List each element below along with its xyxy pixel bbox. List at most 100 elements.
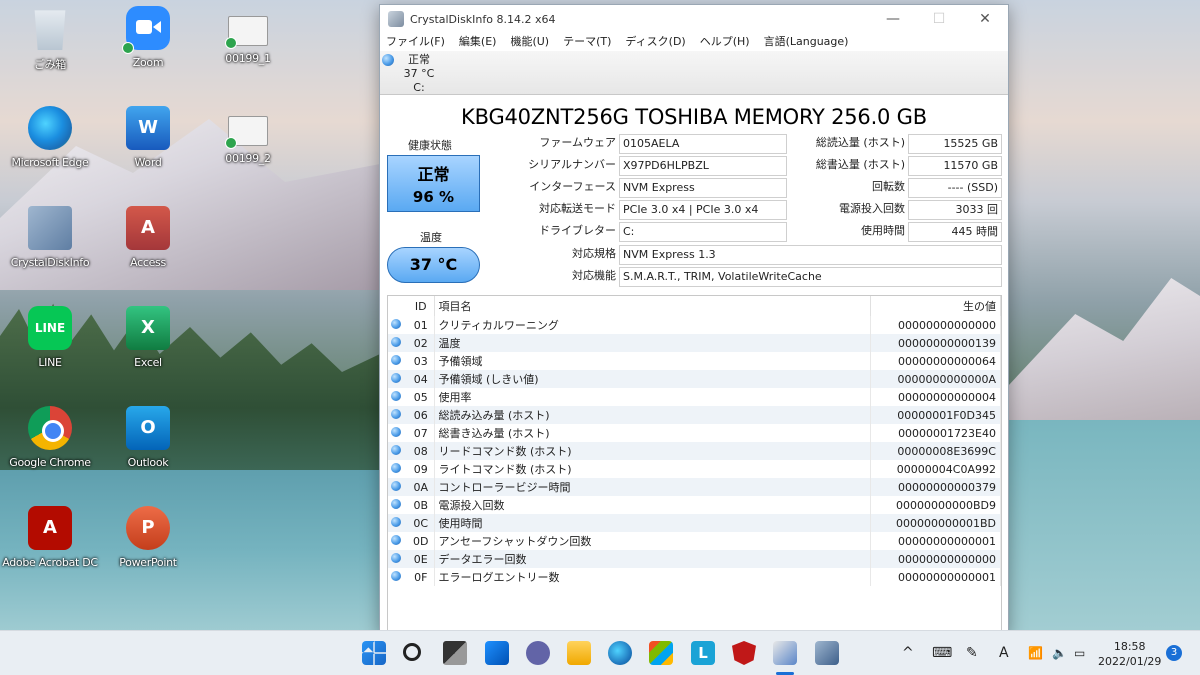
features-value: S.M.A.R.T., TRIM, VolatileWriteCache: [619, 267, 1002, 287]
status-dot-icon: [391, 354, 401, 365]
mcafee-icon[interactable]: [732, 641, 756, 665]
desktop-icon-outlook[interactable]: O Outlook: [98, 406, 198, 469]
table-row[interactable]: 03 予備領域 00000000000064: [388, 352, 1001, 370]
menu-edit[interactable]: 編集(E): [459, 33, 497, 51]
desktop-icon-acrobat[interactable]: A Adobe Acrobat DC: [0, 506, 100, 569]
teams-chat-icon[interactable]: [526, 641, 550, 665]
desktop-icon-zoom[interactable]: Zoom: [98, 6, 198, 69]
table-row[interactable]: 0F エラーログエントリー数 00000000000001: [388, 568, 1001, 586]
table-row[interactable]: 01 クリティカルワーニング 00000000000000: [388, 316, 1001, 334]
row-id: 0D: [408, 532, 435, 550]
minimize-button[interactable]: —: [870, 5, 916, 33]
menu-file[interactable]: ファイル(F): [386, 33, 445, 51]
clock[interactable]: 18:58 2022/01/29: [1098, 639, 1161, 669]
column-raw-header[interactable]: 生の値: [870, 296, 1001, 316]
smart-attributes-table[interactable]: ID 項目名 生の値 01 クリティカルワーニング 00000000000000 02…: [387, 295, 1002, 631]
desktop-icon-word[interactable]: W Word: [98, 106, 198, 169]
snipping-tool-icon[interactable]: [773, 641, 797, 665]
menu-theme[interactable]: テーマ(T): [563, 33, 611, 51]
row-name: リードコマンド数 (ホスト): [434, 442, 871, 460]
table-row[interactable]: 0C 使用時間 000000000001BD: [388, 514, 1001, 532]
status-dot-icon: [391, 516, 401, 527]
menu-language[interactable]: 言語(Language): [764, 33, 849, 51]
table-row[interactable]: 09 ライトコマンド数 (ホスト) 00000004C0A992: [388, 460, 1001, 478]
battery-icon[interactable]: ▭: [1074, 631, 1085, 675]
status-dot-icon: [391, 426, 401, 437]
row-name: 総書き込み量 (ホスト): [434, 424, 871, 442]
close-button[interactable]: ✕: [962, 5, 1008, 33]
table-row[interactable]: 07 総書き込み量 (ホスト) 00000001723E40: [388, 424, 1001, 442]
tray-chevron-icon[interactable]: ^: [902, 631, 914, 675]
column-name-header[interactable]: 項目名: [434, 296, 871, 316]
desktop-icon-line[interactable]: LINE LINE: [0, 306, 100, 369]
drive-letter-value: C:: [619, 222, 787, 242]
file-explorer-icon[interactable]: [567, 641, 591, 665]
desktop-icon-file-00199-1[interactable]: 00199_1: [198, 6, 298, 65]
table-row[interactable]: 0E データエラー回数 00000000000000: [388, 550, 1001, 568]
title-bar[interactable]: CrystalDiskInfo 8.14.2 x64 — ☐ ✕: [380, 5, 1008, 33]
menu-disk[interactable]: ディスク(D): [625, 33, 685, 51]
desktop-icon-label: Microsoft Edge: [11, 156, 89, 169]
row-id: 06: [408, 406, 435, 424]
table-row[interactable]: 0B 電源投入回数 00000000000BD9: [388, 496, 1001, 514]
row-status-cell: [388, 442, 408, 460]
volume-icon[interactable]: 🔈: [1052, 631, 1067, 675]
start-icon[interactable]: [362, 641, 386, 665]
row-name: クリティカルワーニング: [434, 316, 871, 334]
maximize-button[interactable]: ☐: [916, 5, 962, 33]
row-raw-value: 00000001F0D345: [870, 406, 1001, 424]
edge-icon[interactable]: [608, 641, 632, 665]
table-row[interactable]: 04 予備領域 (しきい値) 0000000000000A: [388, 370, 1001, 388]
desktop-icon-edge[interactable]: Microsoft Edge: [0, 106, 100, 169]
desktop-icon-access[interactable]: A Access: [98, 206, 198, 269]
menu-function[interactable]: 機能(U): [510, 33, 549, 51]
menu-bar: ファイル(F) 編集(E) 機能(U) テーマ(T) ディスク(D) ヘルプ(H…: [380, 33, 1008, 51]
table-row[interactable]: 08 リードコマンド数 (ホスト) 00000008E3699C: [388, 442, 1001, 460]
health-status-dot-icon: [382, 54, 394, 66]
row-name: 温度: [434, 334, 871, 352]
row-id: 0F: [408, 568, 435, 586]
task-view-icon[interactable]: [443, 641, 467, 665]
column-id-header[interactable]: ID: [408, 296, 435, 316]
table-row[interactable]: 06 総読み込み量 (ホスト) 00000001F0D345: [388, 406, 1001, 424]
row-name: コントローラービジー時間: [434, 478, 871, 496]
notification-badge[interactable]: 3: [1166, 645, 1182, 661]
table-row[interactable]: 0D アンセーフシャットダウン回数 00000000000001: [388, 532, 1001, 550]
row-name: 予備領域 (しきい値): [434, 370, 871, 388]
table-row[interactable]: 02 温度 00000000000139: [388, 334, 1001, 352]
wifi-icon[interactable]: 📶: [1028, 631, 1043, 675]
desktop-icon-label: Excel: [134, 356, 162, 369]
store-icon[interactable]: [649, 641, 673, 665]
total-writes-value: 11570 GB: [908, 156, 1002, 176]
total-reads-label: 総読込量 (ホスト): [815, 136, 905, 149]
widgets-icon[interactable]: [485, 641, 509, 665]
ime-mode-icon[interactable]: A: [999, 631, 1009, 675]
desktop-icon-label: Word: [134, 156, 162, 169]
drive-tab-temp: 37 °C: [403, 67, 435, 80]
table-row[interactable]: 0A コントローラービジー時間 00000000000379: [388, 478, 1001, 496]
desktop-icon-crystaldiskinfo[interactable]: CrystalDiskInfo: [0, 206, 100, 269]
desktop-icon-label: ごみ箱: [33, 58, 67, 71]
interface-label: インターフェース: [529, 180, 616, 193]
desktop-icon-powerpoint[interactable]: P PowerPoint: [98, 506, 198, 569]
status-dot-icon: [391, 372, 401, 383]
taskbar: L ^ ⌨ ✎ A 📶 🔈 ▭ 18:58 2022/01/29 3: [0, 630, 1200, 675]
drive-tab-c[interactable]: 正常 37 °C C:: [380, 51, 458, 95]
table-row[interactable]: 05 使用率 00000000000004: [388, 388, 1001, 406]
desktop-icon-file-00199-2[interactable]: 00199_2: [198, 106, 298, 165]
desktop-icon-recycle-bin[interactable]: ごみ箱: [0, 6, 100, 72]
menu-help[interactable]: ヘルプ(H): [700, 33, 750, 51]
search-icon[interactable]: [403, 643, 421, 661]
crystaldiskinfo-icon[interactable]: [815, 641, 839, 665]
row-status-cell: [388, 478, 408, 496]
desktop-icon-label: Outlook: [127, 456, 169, 469]
pen-icon[interactable]: ✎: [966, 631, 978, 675]
desktop-icon-excel[interactable]: X Excel: [98, 306, 198, 369]
keyboard-icon[interactable]: ⌨: [932, 631, 952, 675]
desktop-icon-chrome[interactable]: Google Chrome: [0, 406, 100, 469]
row-id: 05: [408, 388, 435, 406]
l-app-icon[interactable]: L: [691, 641, 715, 665]
row-id: 0E: [408, 550, 435, 568]
zoom-icon: [122, 6, 170, 54]
row-raw-value: 00000000000379: [870, 478, 1001, 496]
